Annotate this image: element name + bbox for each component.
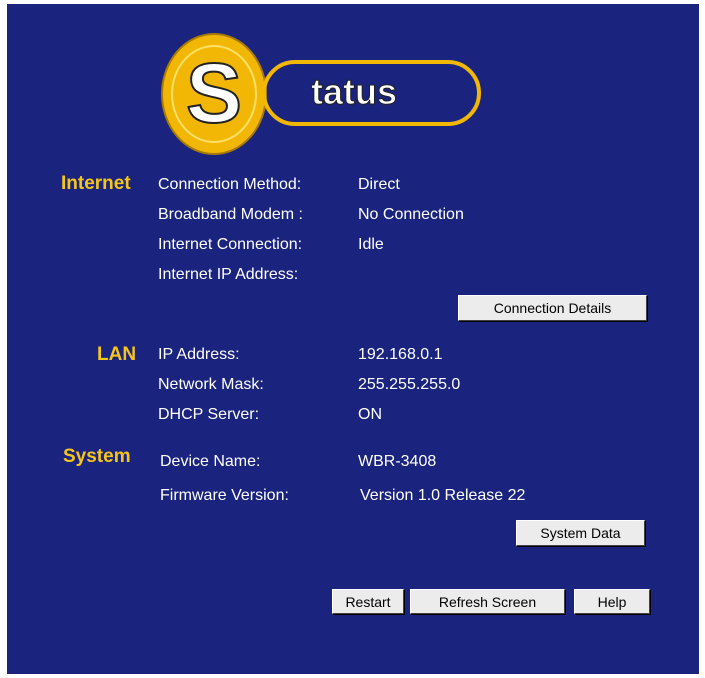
restart-button[interactable]: Restart [332,589,404,614]
dhcp-server-value: ON [358,406,382,423]
refresh-screen-button[interactable]: Refresh Screen [410,589,565,614]
logo-letter: S [186,46,242,140]
connection-method-label: Connection Method: [158,176,302,193]
system-heading: System [63,446,131,467]
lan-ip-label: IP Address: [158,346,240,363]
logo-text: tatus [311,71,397,112]
system-data-button[interactable]: System Data [516,520,645,546]
lan-heading: LAN [97,344,137,365]
broadband-modem-value: No Connection [358,206,464,223]
internet-ip-label: Internet IP Address: [158,266,299,283]
status-logo: S tatus [161,33,481,155]
device-name-label: Device Name: [160,453,261,470]
status-panel: S tatus Internet Connection Method: Dire… [7,4,699,674]
dhcp-server-label: DHCP Server: [158,406,260,423]
broadband-modem-label: Broadband Modem : [158,206,303,223]
network-mask-label: Network Mask: [158,376,264,393]
firmware-version-value: Version 1.0 Release 22 [360,487,526,504]
lan-ip-value: 192.168.0.1 [358,346,443,363]
help-button[interactable]: Help [574,589,650,614]
device-name-value: WBR-3408 [358,453,437,470]
firmware-version-label: Firmware Version: [160,487,289,504]
connection-details-button[interactable]: Connection Details [458,295,647,321]
internet-connection-value: Idle [358,236,384,253]
internet-heading: Internet [61,173,131,194]
network-mask-value: 255.255.255.0 [358,376,461,393]
internet-connection-label: Internet Connection: [158,236,303,253]
connection-method-value: Direct [358,176,400,193]
